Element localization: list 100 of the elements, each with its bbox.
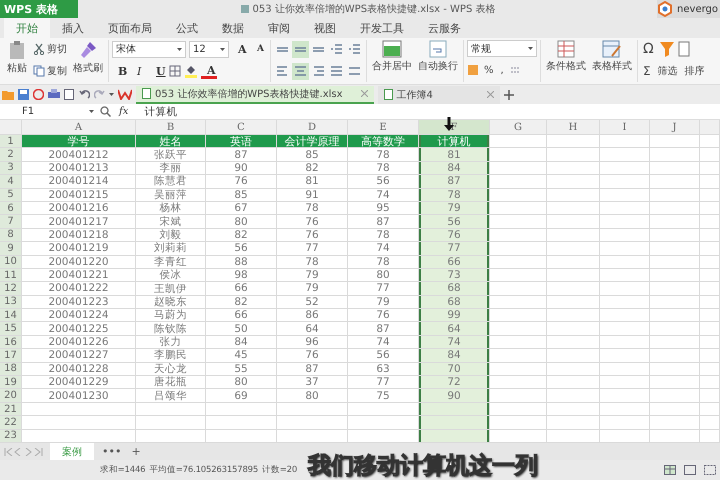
- document-tab[interactable]: 053 让你效率倍增的WPS表格快捷键.xlsx: [136, 86, 374, 104]
- cut-button[interactable]: 剪切: [31, 40, 69, 58]
- row-header[interactable]: 6: [0, 202, 22, 216]
- copy-button[interactable]: 复制: [31, 62, 69, 80]
- empty-cell: [547, 242, 600, 256]
- number-format-select[interactable]: 常规: [467, 40, 537, 57]
- row-header[interactable]: 22: [0, 416, 22, 430]
- row-header[interactable]: 11: [0, 268, 22, 282]
- app-menu-button[interactable]: WPS 表格: [0, 0, 78, 18]
- print-icon[interactable]: [48, 89, 60, 100]
- column-header[interactable]: J: [650, 120, 700, 135]
- row-header[interactable]: 16: [0, 336, 22, 350]
- menu-tab[interactable]: 插入: [50, 18, 96, 38]
- file-icon: [240, 4, 250, 14]
- align-button[interactable]: [292, 62, 309, 80]
- row-header[interactable]: 10: [0, 256, 22, 269]
- row-header[interactable]: 5: [0, 188, 22, 202]
- column-header[interactable]: I: [600, 120, 650, 135]
- menu-tab[interactable]: 审阅: [256, 18, 302, 38]
- font-name-select[interactable]: 宋体: [112, 40, 186, 58]
- empty-cell: [650, 322, 700, 336]
- filter-button[interactable]: 筛选: [656, 62, 680, 80]
- empty-cell: [700, 336, 720, 350]
- row-header[interactable]: 3: [0, 162, 22, 176]
- row-header[interactable]: 18: [0, 362, 22, 376]
- save-icon[interactable]: [18, 89, 29, 100]
- font-color-button[interactable]: A: [201, 64, 217, 78]
- preview-icon[interactable]: [64, 89, 75, 100]
- row-header[interactable]: 21: [0, 402, 22, 416]
- comma-button[interactable]: ,: [498, 61, 506, 79]
- sum-button[interactable]: Σ: [641, 62, 653, 80]
- row-header[interactable]: 9: [0, 242, 22, 256]
- menu-tab[interactable]: 公式: [164, 18, 210, 38]
- grow-font-button[interactable]: A: [232, 40, 248, 58]
- redo-icon[interactable]: [94, 89, 105, 100]
- format-painter-button[interactable]: 格式刷: [71, 40, 105, 75]
- column-header[interactable]: G: [490, 120, 547, 135]
- sort-button[interactable]: 排序: [682, 62, 707, 80]
- empty-cell: [650, 228, 700, 242]
- new-tab-icon[interactable]: [504, 90, 514, 100]
- row-header[interactable]: 1: [0, 135, 22, 148]
- column-header[interactable]: A: [22, 120, 136, 135]
- row-header[interactable]: 20: [0, 389, 22, 403]
- paste-button[interactable]: 粘贴: [5, 40, 29, 75]
- table-cell: 84: [419, 162, 490, 176]
- row-header[interactable]: 14: [0, 309, 22, 322]
- shrink-font-button[interactable]: A: [251, 40, 267, 58]
- page-view-icon[interactable]: [684, 465, 696, 475]
- close-icon[interactable]: [486, 91, 494, 98]
- underline-button[interactable]: U: [150, 62, 166, 80]
- menu-tab[interactable]: 视图: [302, 18, 348, 38]
- more-sheets-button[interactable]: •••: [100, 445, 124, 458]
- percent-button[interactable]: %: [482, 61, 496, 79]
- row-header[interactable]: 13: [0, 296, 22, 310]
- menu-tab[interactable]: 开始: [4, 18, 50, 38]
- bold-button[interactable]: B: [112, 62, 128, 80]
- add-sheet-button[interactable]: +: [129, 445, 143, 458]
- row-header[interactable]: 7: [0, 215, 22, 229]
- row-header[interactable]: 17: [0, 349, 22, 363]
- align-button[interactable]: [292, 40, 309, 58]
- column-header[interactable]: D: [277, 120, 348, 135]
- font-size-select[interactable]: 12: [189, 40, 229, 58]
- close-icon[interactable]: [360, 90, 368, 97]
- undo-icon[interactable]: [79, 89, 90, 100]
- table-style-button[interactable]: 表格样式: [590, 40, 634, 73]
- row-header[interactable]: 2: [0, 148, 22, 162]
- column-header[interactable]: H: [547, 120, 600, 135]
- table-cell: 张力: [136, 336, 206, 350]
- formula-input[interactable]: 计算机: [140, 104, 178, 118]
- column-header[interactable]: E: [348, 120, 419, 135]
- row-header[interactable]: 12: [0, 282, 22, 296]
- normal-view-icon[interactable]: [664, 465, 676, 475]
- row-header[interactable]: 15: [0, 322, 22, 336]
- document-tab[interactable]: 工作簿4: [378, 86, 500, 104]
- row-header[interactable]: 8: [0, 228, 22, 242]
- menu-tab[interactable]: 开发工具: [348, 18, 416, 38]
- empty-cell: [650, 188, 700, 202]
- table-cell: 王凯伊: [136, 282, 206, 296]
- table-cell: 78: [277, 202, 348, 216]
- italic-button[interactable]: I: [131, 62, 147, 80]
- row-header[interactable]: 19: [0, 376, 22, 390]
- name-box[interactable]: F1: [0, 106, 100, 117]
- row-header[interactable]: 4: [0, 175, 22, 189]
- search-icon[interactable]: [100, 106, 111, 117]
- menu-tab[interactable]: 页面布局: [96, 18, 164, 38]
- menu-tab[interactable]: 数据: [210, 18, 256, 38]
- pdf-icon[interactable]: [33, 89, 44, 100]
- conditional-format-button[interactable]: 条件格式: [544, 40, 588, 73]
- sheet-tab[interactable]: 案例: [50, 443, 94, 460]
- column-header[interactable]: B: [136, 120, 206, 135]
- row-header[interactable]: 23: [0, 430, 22, 443]
- wrap-text-button[interactable]: 自动换行: [416, 40, 460, 73]
- wps-logo-icon[interactable]: [118, 89, 132, 100]
- menu-tab[interactable]: 云服务: [416, 18, 473, 38]
- table-cell: 66: [206, 282, 277, 296]
- column-header[interactable]: C: [206, 120, 277, 135]
- symbol-button[interactable]: Ω: [641, 40, 656, 58]
- break-view-icon[interactable]: [704, 465, 716, 475]
- merge-center-button[interactable]: 合并居中: [370, 40, 414, 73]
- function-button[interactable]: fx: [119, 106, 128, 117]
